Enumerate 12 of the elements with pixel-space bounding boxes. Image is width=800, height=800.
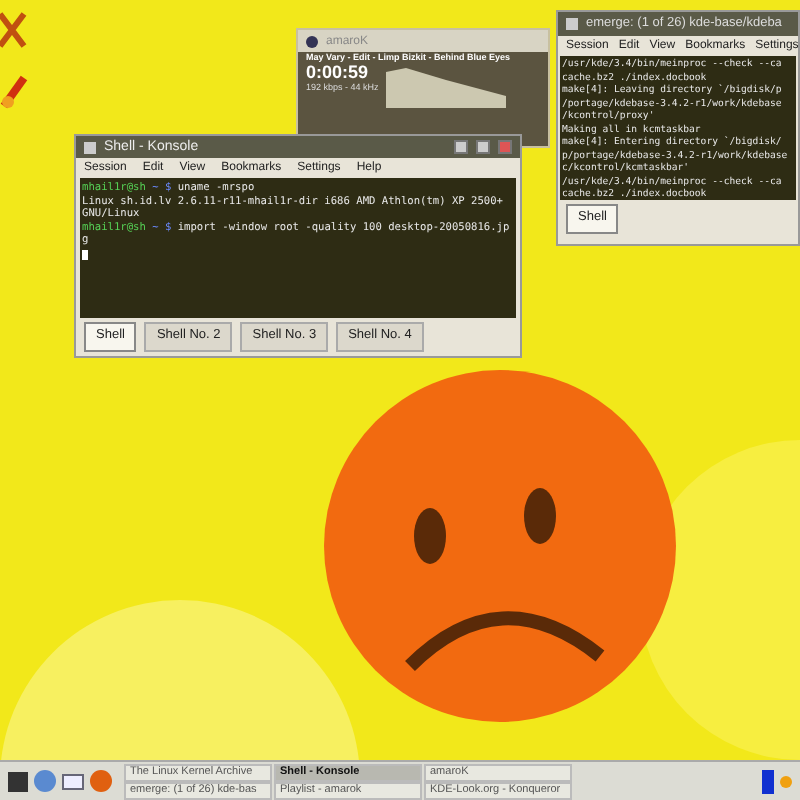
mail-icon[interactable] <box>62 773 84 789</box>
player-icon <box>306 35 318 47</box>
minimize-icon[interactable] <box>454 140 468 154</box>
terminal-icon <box>566 18 578 30</box>
terminal-icon <box>84 141 96 153</box>
maximize-icon[interactable] <box>476 140 490 154</box>
text-cursor <box>82 249 88 259</box>
terminal-icon[interactable] <box>8 771 28 791</box>
tray-icon[interactable] <box>762 769 774 793</box>
play-time: 0:00:59 <box>306 63 371 82</box>
analyzer-drawing <box>386 63 507 108</box>
wrench-icon[interactable] <box>0 70 28 114</box>
